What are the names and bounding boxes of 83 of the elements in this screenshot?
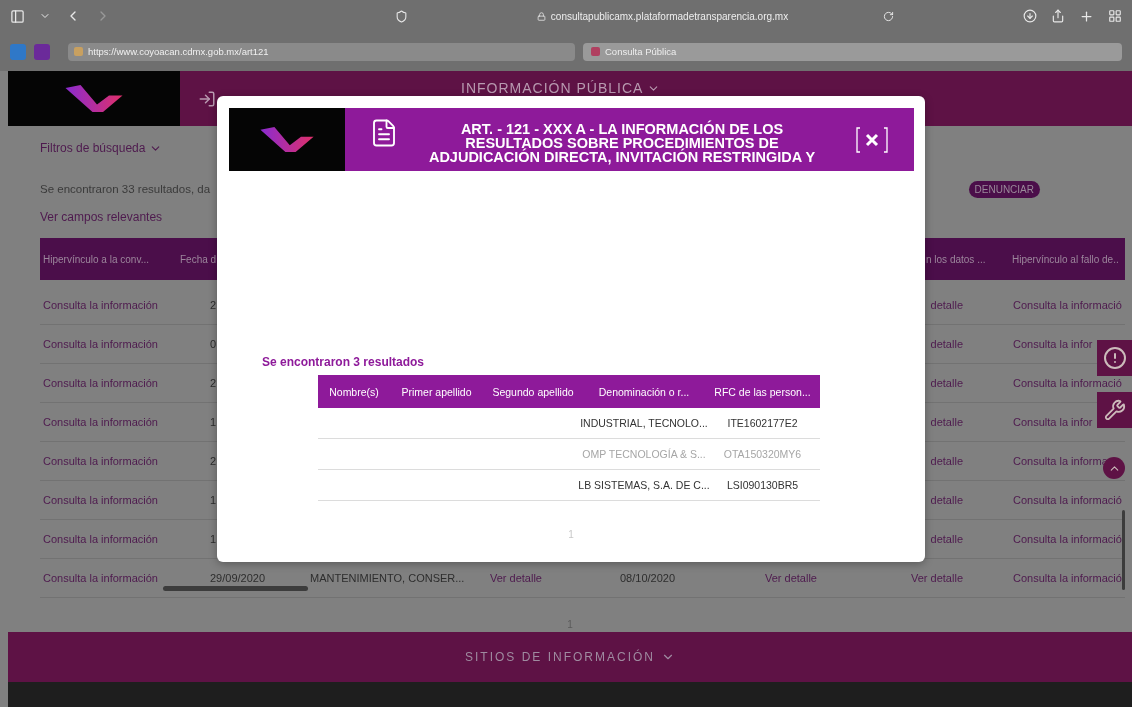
bookmark-tab[interactable]: https://www.coyoacan.cdmx.gob.mx/art121: [68, 42, 575, 61]
login-icon[interactable]: [198, 89, 216, 108]
table-link[interactable]: detalle: [930, 455, 963, 467]
table-cell: OTA150320MY6: [723, 448, 802, 460]
table-link[interactable]: Ver detalle: [765, 572, 817, 584]
close-icon: [855, 126, 889, 154]
table-cell: 2: [210, 299, 217, 311]
table-cell: 29/09/2020: [210, 572, 266, 584]
table-cell: ITE1602177E2: [727, 417, 798, 429]
report-button[interactable]: DENUNCIAR: [968, 180, 1040, 198]
table-cell: INDUSTRIAL, TECNOLO...: [580, 417, 708, 429]
modal-title: ART. - 121 - XXX A - LA INFORMACIÓN DE LOS RESULTADOS SOBRE PROCEDIMIENTOS DE ADJUDICACIÓN DIRECTA, INVITACIÓN RESTRINGIDA Y: [427, 119, 817, 167]
column-header[interactable]: Denominación o r...: [598, 385, 690, 398]
lock-icon: [536, 11, 546, 21]
logo-icon: [64, 85, 124, 112]
table-link[interactable]: Consulta la información: [43, 299, 158, 311]
table-cell: 0: [210, 338, 217, 350]
bookmark-url: https://www.coyoacan.cdmx.gob.mx/art121: [88, 46, 269, 57]
nav-menu-label[interactable]: INFORMACIÓN PÚBLICA: [461, 80, 644, 96]
table-link[interactable]: detalle: [930, 377, 963, 389]
table-link[interactable]: detalle: [930, 416, 963, 428]
table-link[interactable]: detalle: [930, 494, 963, 506]
tab-title: Consulta Pública: [605, 46, 677, 57]
table-link[interactable]: Consulta la infor: [1013, 416, 1093, 428]
wrench-icon: [1103, 399, 1126, 421]
table-link[interactable]: Consulta la informació: [1013, 377, 1122, 389]
plus-icon[interactable]: [1079, 8, 1094, 24]
table-link[interactable]: Consulta la información: [43, 338, 158, 350]
filters-toggle[interactable]: Filtros de búsqueda: [40, 141, 146, 155]
table-link[interactable]: Consulta la informació: [1013, 494, 1122, 506]
close-button[interactable]: [855, 126, 889, 154]
vertical-scrollbar[interactable]: [1122, 510, 1125, 590]
table-link[interactable]: Consulta la informació: [1013, 299, 1122, 311]
table-cell: OMP TECNOLOGÍA & S...: [582, 448, 706, 460]
column-header[interactable]: Hipervínculo a la conv...: [43, 253, 149, 265]
footer-menu-label[interactable]: SITIOS DE INFORMACIÓN: [465, 650, 655, 664]
table-link[interactable]: Consulta la información: [43, 377, 158, 389]
column-header[interactable]: Primer apellido: [401, 385, 472, 398]
table-link[interactable]: Consulta la información: [43, 416, 158, 428]
results-summary: Se encontraron 33 resultados, da: [40, 183, 211, 195]
horizontal-scrollbar[interactable]: [163, 586, 308, 591]
tabs-grid-icon[interactable]: [1108, 9, 1122, 23]
table-link[interactable]: Consulta la informació: [1013, 572, 1122, 584]
results-count: Se encontraron 3 resultados: [262, 355, 426, 369]
table-link[interactable]: Consulta la infor: [1013, 338, 1093, 350]
table-cell: 2: [210, 377, 217, 389]
table-cell: LSI090130BR5: [726, 479, 799, 491]
browser-tab[interactable]: Consulta Pública: [583, 42, 1122, 61]
alert-icon: [1102, 346, 1127, 370]
column-header[interactable]: Fecha d: [180, 253, 217, 265]
address-text[interactable]: consultapublicamx.plataformadetransparencia.org.mx: [550, 10, 789, 22]
download-icon[interactable]: [1023, 9, 1037, 23]
column-header[interactable]: n los datos ...: [926, 253, 986, 265]
table-link[interactable]: Consulta la información: [43, 455, 158, 467]
table-link[interactable]: Consulta la información: [43, 494, 158, 506]
column-header[interactable]: RFC de las person...: [714, 385, 811, 398]
table-cell: 2: [210, 455, 217, 467]
table-link[interactable]: Consulta la información: [43, 572, 158, 584]
table-link[interactable]: detalle: [930, 533, 963, 545]
table-link[interactable]: detalle: [930, 338, 963, 350]
sidebar-icon[interactable]: [10, 8, 25, 24]
table-cell: 1: [210, 494, 217, 506]
alert-button[interactable]: [1097, 340, 1132, 376]
table-link[interactable]: Ver detalle: [490, 572, 542, 584]
table-cell: 08/10/2020: [620, 572, 676, 584]
column-header[interactable]: Nombre(s): [329, 385, 379, 398]
table-cell: MANTENIMIENTO, CONSER...: [310, 572, 465, 584]
favicon-icon: [74, 47, 83, 56]
table-cell: 1: [210, 533, 217, 545]
column-header[interactable]: Segundo apellido: [492, 385, 574, 398]
wrench-button[interactable]: [1097, 392, 1132, 428]
table-link[interactable]: Consulta la informació: [1013, 533, 1122, 545]
table-cell: LB SISTEMAS, S.A. DE C...: [578, 479, 710, 491]
table-link[interactable]: Consulta la información: [43, 533, 158, 545]
logo-icon: [259, 126, 315, 153]
table-link[interactable]: detalle: [930, 299, 963, 311]
table-cell: 1: [210, 416, 217, 428]
favicon-icon: [591, 47, 600, 56]
shield-icon[interactable]: [395, 9, 408, 23]
table-link[interactable]: Ver detalle: [911, 572, 963, 584]
share-icon[interactable]: [1051, 9, 1065, 23]
column-header[interactable]: Hipervínculo al fallo de..: [1012, 253, 1119, 265]
reload-icon[interactable]: [883, 10, 895, 22]
